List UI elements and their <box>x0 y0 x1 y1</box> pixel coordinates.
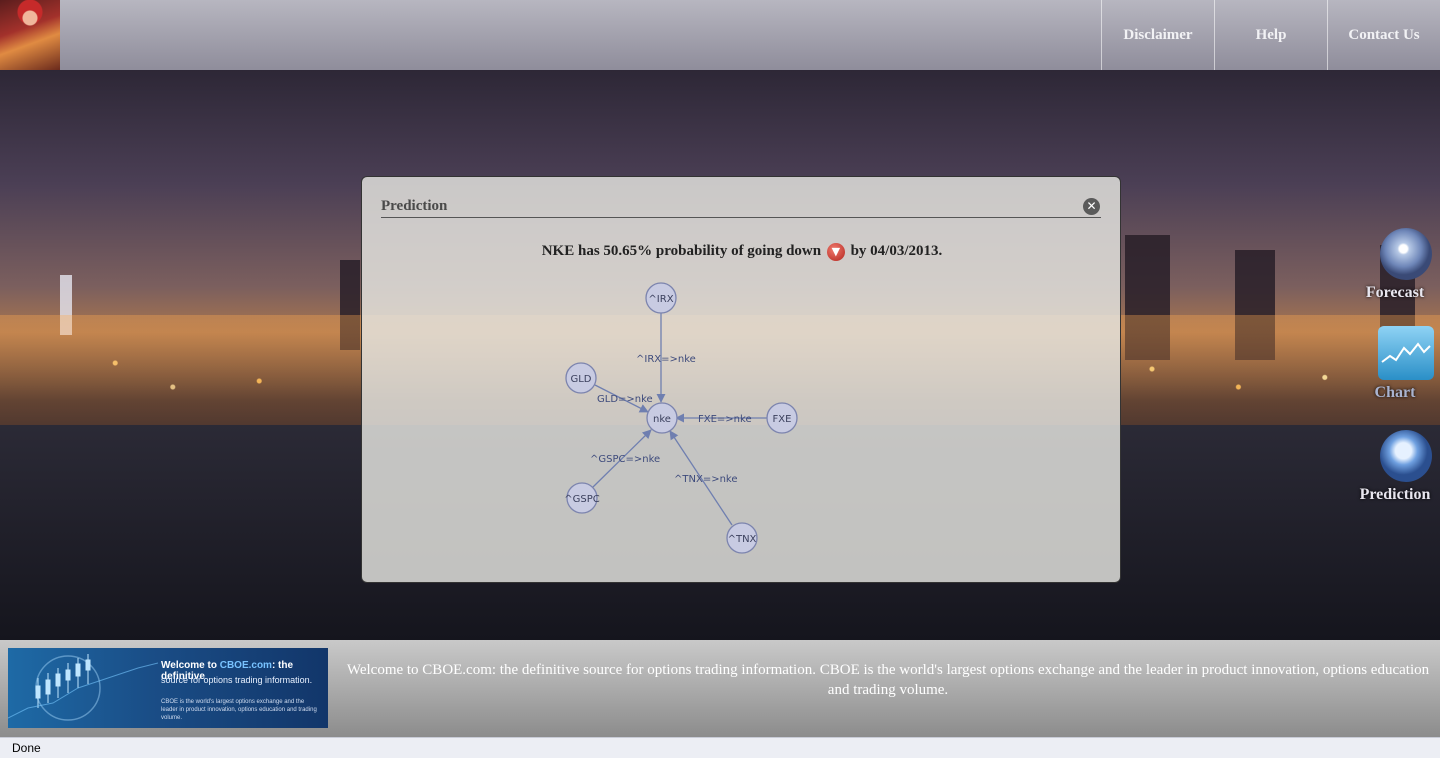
graph-node-gspc[interactable]: ^GSPC <box>564 482 600 514</box>
chart-tool[interactable]: Chart <box>1350 326 1440 402</box>
top-bar: Disclaimer Help Contact Us <box>0 0 1440 70</box>
browser-status-bar: Done <box>0 737 1440 758</box>
svg-text:^GSPC: ^GSPC <box>564 494 600 505</box>
ad-body-text: CBOE is the world's largest options exch… <box>161 699 317 721</box>
graph-node-fxe[interactable]: FXE <box>766 402 798 434</box>
chart-label: Chart <box>1374 384 1416 401</box>
graph-node-nke[interactable]: nke <box>646 402 678 434</box>
ad-candlestick-graphic <box>8 654 158 721</box>
nav-contact-us-link[interactable]: Contact Us <box>1327 0 1440 70</box>
magnifier-icon <box>1380 430 1432 482</box>
dependency-graph: ^IRX=>nke GLD=>nke FXE=>nke ^GSPC=>nke ^… <box>564 282 798 554</box>
graph-node-irx[interactable]: ^IRX <box>645 282 677 314</box>
edge-label: ^IRX=>nke <box>636 354 696 365</box>
prediction-dialog: Prediction ✕ NKE has 50.65% probability … <box>361 176 1121 583</box>
chart-icon <box>1378 326 1434 380</box>
nav-help-link[interactable]: Help <box>1214 0 1327 70</box>
nav-disclaimer-link[interactable]: Disclaimer <box>1101 0 1214 70</box>
edge-label: ^TNX=>nke <box>674 474 738 485</box>
svg-text:FXE: FXE <box>773 414 792 425</box>
cboe-ad-banner[interactable]: Welcome to CBOE.com: the definitive sour… <box>8 648 328 728</box>
svg-text:GLD: GLD <box>570 374 591 385</box>
ad-subheadline: source for options trading information. <box>161 675 313 685</box>
site-logo-image[interactable] <box>0 0 60 70</box>
edge-label: ^GSPC=>nke <box>590 454 660 465</box>
top-nav: Disclaimer Help Contact Us <box>1101 0 1440 70</box>
prediction-label: Prediction <box>1359 486 1431 503</box>
svg-text:^TNX: ^TNX <box>728 534 757 545</box>
forecast-icon <box>1380 228 1432 280</box>
graph-node-tnx[interactable]: ^TNX <box>726 522 758 554</box>
graph-node-gld[interactable]: GLD <box>565 362 597 394</box>
svg-text:nke: nke <box>653 414 671 425</box>
footer-welcome-text: Welcome to CBOE.com: the definitive sour… <box>346 662 1430 698</box>
edge-label: FXE=>nke <box>698 414 752 425</box>
footer-banner: Welcome to CBOE.com: the definitive sour… <box>0 640 1440 737</box>
prediction-tool[interactable]: Prediction <box>1350 430 1440 504</box>
edge-label: GLD=>nke <box>597 394 653 405</box>
forecast-label: Forecast <box>1365 284 1425 301</box>
forecast-tool[interactable]: Forecast <box>1350 228 1440 302</box>
svg-text:^IRX: ^IRX <box>648 294 673 305</box>
status-text: Done <box>12 741 41 755</box>
